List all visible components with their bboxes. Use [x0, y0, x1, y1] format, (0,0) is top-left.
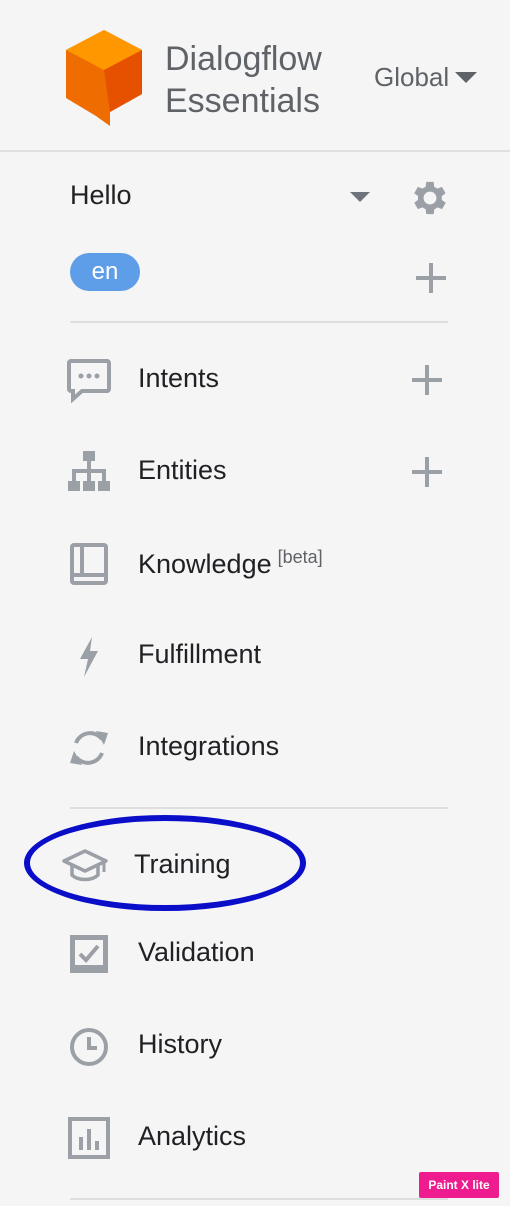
nav-item-knowledge[interactable]: Knowledge [beta]	[66, 533, 456, 593]
language-chip[interactable]: en	[70, 253, 140, 291]
watermark: Paint X lite	[419, 1172, 499, 1198]
nav-item-integrations[interactable]: Integrations	[66, 717, 456, 777]
nav-item-entities[interactable]: Entities	[66, 441, 456, 501]
lightning-icon	[80, 637, 98, 677]
book-icon	[70, 543, 108, 585]
nav-item-intents[interactable]: Intents	[66, 349, 456, 409]
nav-item-fulfillment[interactable]: Fulfillment	[66, 625, 456, 685]
checkbox-icon	[70, 935, 108, 973]
bar-chart-icon	[68, 1117, 110, 1159]
nav-label-integrations: Integrations	[138, 731, 280, 761]
nav-item-analytics[interactable]: Analytics	[66, 1107, 456, 1167]
knowledge-label: Knowledge	[138, 549, 272, 579]
nav-item-validation[interactable]: Validation	[66, 923, 456, 983]
highlight-annotation	[24, 815, 306, 911]
agent-name[interactable]: Hello	[70, 180, 132, 211]
nav-label-entities: Entities	[138, 455, 227, 485]
hierarchy-icon	[68, 451, 110, 491]
nav-label-analytics: Analytics	[138, 1121, 247, 1151]
chat-bubble-icon	[67, 359, 111, 403]
clock-icon	[70, 1028, 108, 1066]
nav-label-intents: Intents	[138, 363, 220, 393]
product-name: Dialogflow Essentials	[165, 38, 322, 122]
region-label: Global	[374, 62, 450, 92]
agent-dropdown-icon[interactable]	[350, 192, 370, 202]
dialogflow-logo-icon	[66, 30, 142, 126]
divider	[70, 1198, 448, 1200]
nav-item-history[interactable]: History	[66, 1015, 456, 1075]
chevron-down-icon	[455, 72, 478, 83]
nav-label-history: History	[138, 1029, 223, 1059]
app-header: Dialogflow Essentials Global	[0, 0, 510, 152]
add-language-icon[interactable]	[416, 263, 446, 293]
add-intent-icon[interactable]	[412, 365, 442, 395]
gear-icon[interactable]	[408, 176, 452, 220]
brand-line-1: Dialogflow	[165, 40, 322, 78]
region-selector[interactable]: Global	[374, 62, 478, 93]
brand-line-2: Essentials	[165, 82, 320, 120]
add-entity-icon[interactable]	[412, 457, 442, 487]
nav-label-validation: Validation	[138, 937, 255, 967]
nav-label-knowledge: Knowledge [beta]	[138, 547, 323, 580]
divider	[70, 321, 448, 323]
sync-icon	[70, 731, 108, 765]
beta-badge: [beta]	[277, 547, 323, 567]
divider	[70, 807, 448, 809]
agent-selector-row: Hello	[70, 176, 450, 216]
nav-label-fulfillment: Fulfillment	[138, 639, 262, 669]
language-row: en	[70, 253, 450, 293]
